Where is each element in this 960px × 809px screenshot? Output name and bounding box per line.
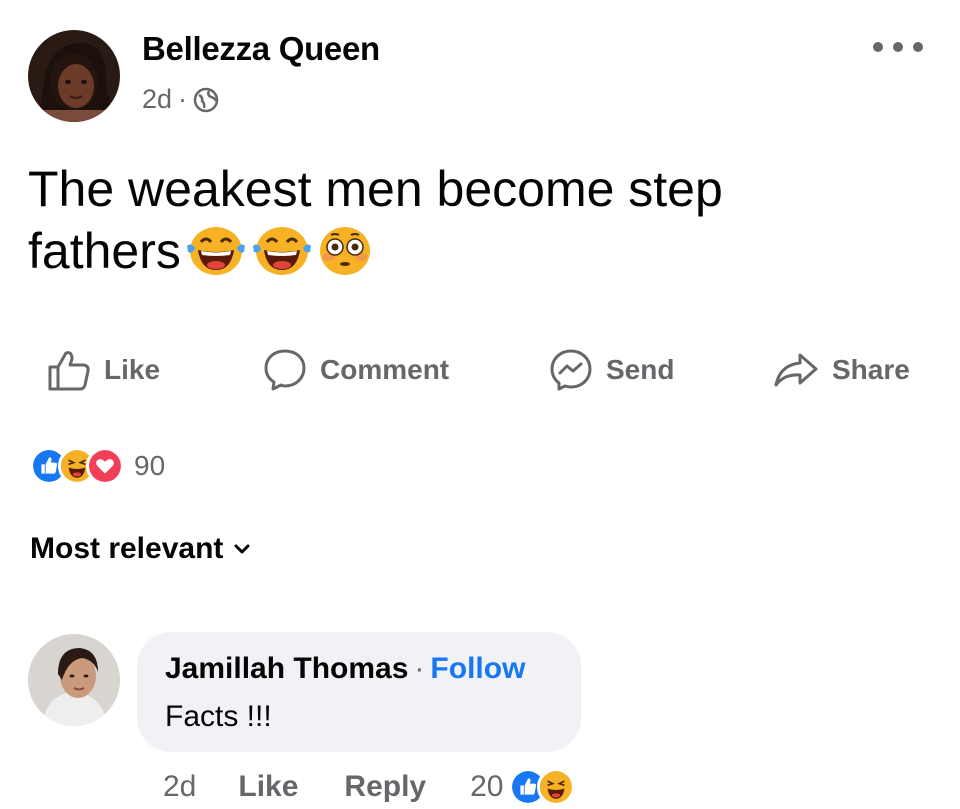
meta-separator: · [178, 84, 188, 114]
messenger-icon [548, 347, 606, 393]
thumbs-up-icon [46, 347, 104, 393]
post-text-line-2: fathers [28, 220, 908, 292]
comment-reaction-count[interactable]: 20 [470, 770, 503, 804]
comment-like-button[interactable]: Like [238, 770, 298, 804]
comment-bubble: Jamillah Thomas · Follow Facts !!! [137, 632, 581, 752]
comment-text: Facts !!! [165, 700, 272, 733]
comment-footer: 2d Like Reply 20 [163, 768, 576, 806]
comment-sort-dropdown[interactable]: Most relevant [30, 532, 251, 566]
post-text: The weakest men become step fathers [28, 158, 908, 292]
share-label: Share [832, 354, 910, 385]
reaction-count: 90 [134, 450, 166, 481]
comment-reactions[interactable] [509, 768, 576, 806]
send-button[interactable]: Send [548, 345, 674, 395]
commenter-name[interactable]: Jamillah Thomas [165, 652, 408, 685]
sort-label: Most relevant [30, 532, 224, 565]
send-label: Send [606, 354, 675, 385]
post-text-line-1: The weakest men become step [28, 161, 723, 217]
tears-of-joy-emoji-icon [185, 224, 247, 292]
comment-reply-button[interactable]: Reply [344, 770, 426, 804]
dot-icon [873, 42, 883, 52]
author-name[interactable]: Bellezza Queen [142, 30, 380, 68]
comment-label: Comment [320, 354, 450, 385]
chevron-down-icon [223, 542, 251, 556]
love-reaction-icon [86, 447, 124, 485]
like-label: Like [104, 354, 161, 385]
like-button[interactable]: Like [46, 345, 160, 395]
commenter-separator: · [414, 652, 425, 685]
post-meta: 2d · [142, 84, 219, 115]
share-arrow-icon [772, 347, 832, 393]
post-text-line-2-text: fathers [28, 223, 181, 279]
commenter-avatar[interactable] [28, 634, 120, 726]
more-options-button[interactable] [873, 32, 923, 62]
author-avatar[interactable] [28, 30, 120, 122]
comment-button[interactable]: Comment [262, 345, 449, 395]
comment-time[interactable]: 2d [163, 770, 196, 804]
post-time[interactable]: 2d [142, 84, 172, 115]
reactions-summary[interactable]: 90 [30, 446, 165, 486]
dot-icon [893, 42, 903, 52]
flushed-face-emoji-icon [317, 224, 373, 292]
globe-icon [193, 87, 219, 113]
comment-bubble-icon [262, 347, 320, 393]
commenter-header: Jamillah Thomas · Follow [165, 652, 525, 686]
haha-reaction-icon [537, 768, 576, 806]
tears-of-joy-emoji-icon [251, 224, 313, 292]
follow-button[interactable]: Follow [430, 652, 525, 685]
share-button[interactable]: Share [772, 345, 910, 395]
dot-icon [913, 42, 923, 52]
